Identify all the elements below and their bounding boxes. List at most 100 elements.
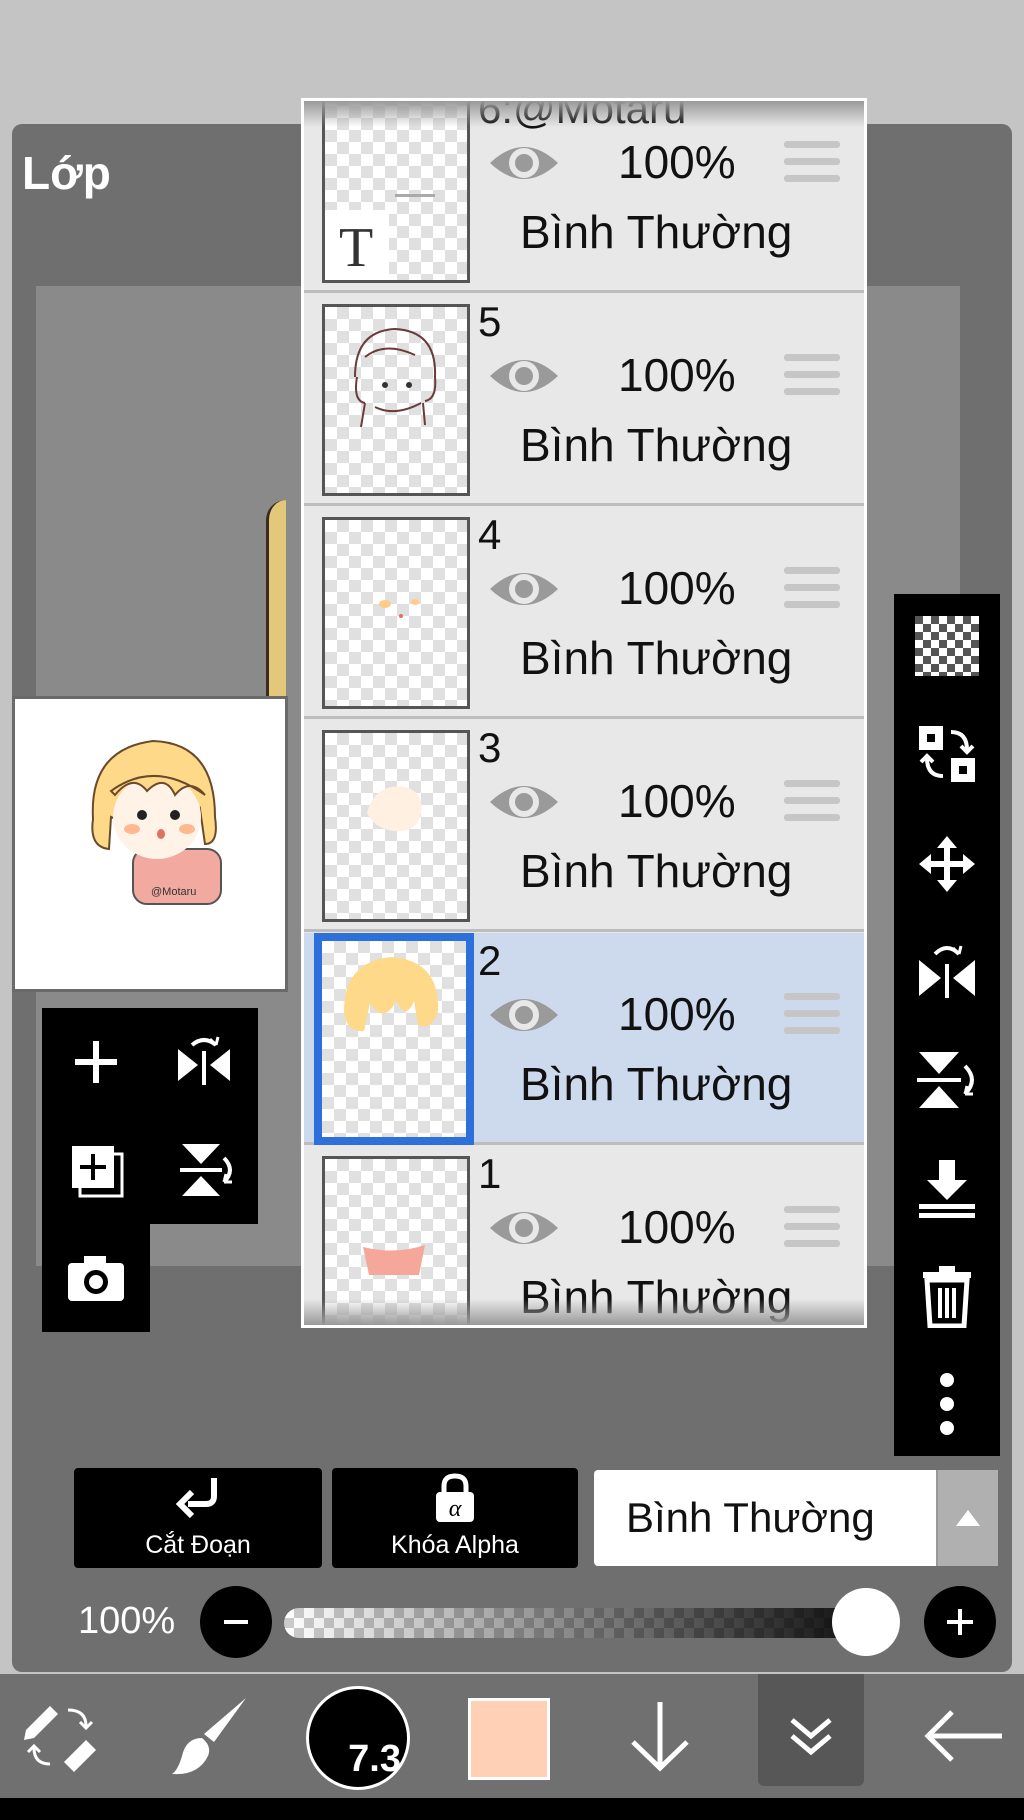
layer-opacity[interactable]: 100%	[618, 1200, 736, 1254]
layer-row[interactable]: T6:@Motaru100%Bình Thường	[304, 101, 864, 293]
flip-horizontal-icon	[919, 945, 975, 998]
opacity-slider-thumb[interactable]	[832, 1588, 900, 1656]
eye-icon	[490, 360, 558, 392]
eye-icon	[490, 786, 558, 818]
arrow-down-icon	[631, 1702, 689, 1772]
camera-button[interactable]	[42, 1224, 150, 1332]
scroll-fade-bottom	[304, 1299, 864, 1325]
drag-handle-icon[interactable]	[784, 993, 840, 1044]
more-options-button[interactable]	[894, 1354, 1000, 1454]
layer-thumbnail[interactable]	[322, 304, 470, 496]
layer-name: 2	[478, 937, 502, 984]
swap-layer-icon	[919, 726, 975, 782]
swap-layer-button[interactable]	[894, 704, 1000, 804]
visibility-toggle[interactable]	[486, 1204, 562, 1257]
drag-handle-icon[interactable]	[784, 780, 840, 831]
preview-watermark: @Motaru	[151, 886, 196, 898]
layer-row[interactable]: 3 100% Bình Thường	[304, 720, 864, 932]
layer-blend-mode[interactable]: Bình Thường	[520, 418, 792, 472]
add-copy-layer-button[interactable]	[42, 1116, 150, 1224]
transparency-button[interactable]	[894, 596, 1000, 696]
layer-opacity[interactable]: 100%	[618, 348, 736, 402]
layer-blend-mode[interactable]: Bình Thường	[520, 844, 792, 898]
opacity-slider[interactable]	[284, 1608, 900, 1638]
layer-blend-mode[interactable]: Bình Thường	[520, 631, 792, 685]
layer-thumbnail[interactable]	[314, 933, 474, 1145]
layers-panel-button[interactable]	[758, 1674, 864, 1786]
blend-mode-dropdown[interactable]	[936, 1470, 998, 1566]
scroll-fade-top	[304, 101, 864, 127]
drag-handle-icon[interactable]	[784, 567, 840, 618]
layer-opacity[interactable]: 100%	[618, 561, 736, 615]
blend-mode-select[interactable]: Bình Thường	[594, 1470, 998, 1566]
drag-handle-icon[interactable]	[784, 354, 840, 405]
brush-size-button[interactable]: 7.3	[306, 1686, 410, 1790]
layer-blend-mode[interactable]: Bình Thường	[520, 205, 792, 259]
layer-opacity[interactable]: 100%	[618, 987, 736, 1041]
panel-title: Lớp	[22, 147, 111, 199]
visibility-toggle[interactable]	[486, 991, 562, 1044]
layer-thumb-art	[344, 957, 439, 1032]
eye-icon	[490, 1212, 558, 1244]
layer-opacity[interactable]: 100%	[618, 135, 736, 189]
delete-layer-button[interactable]	[894, 1246, 1000, 1346]
layer-thumbnail[interactable]	[322, 730, 470, 922]
layer-list[interactable]: T6:@Motaru100%Bình Thường5100%Bình Thườn…	[301, 98, 867, 1328]
canvas-preview[interactable]: @Motaru	[12, 696, 288, 992]
trash-icon	[923, 1266, 971, 1328]
eye-icon	[490, 147, 558, 179]
visibility-toggle[interactable]	[486, 352, 562, 405]
layer-tools	[894, 594, 1000, 1456]
opacity-decrease-button[interactable]	[200, 1586, 272, 1658]
back-button[interactable]	[914, 1674, 1014, 1798]
clipping-label: Cắt Đoạn	[145, 1531, 251, 1559]
alpha-lock-label: Khóa Alpha	[391, 1531, 519, 1559]
layer-opacity[interactable]: 100%	[618, 774, 736, 828]
svg-text:α: α	[449, 1496, 462, 1522]
layer-name: 5	[478, 298, 502, 345]
merge-down-icon	[919, 1160, 975, 1218]
visibility-toggle[interactable]	[486, 565, 562, 618]
layer-blend-mode[interactable]: Bình Thường	[520, 1057, 792, 1111]
visibility-toggle[interactable]	[486, 139, 562, 192]
layer-thumbnail[interactable]	[322, 517, 470, 709]
flip-horizontal-rotate-icon	[178, 1036, 230, 1085]
visibility-toggle[interactable]	[486, 778, 562, 831]
app-root: Lớp @Motaru T 100% Bình Thường 5 100% Bì…	[0, 0, 1024, 1820]
camera-icon	[68, 1256, 124, 1301]
flip-horizontal-button[interactable]	[150, 1008, 258, 1116]
brush-button[interactable]	[160, 1674, 260, 1798]
layer-name: 3	[478, 724, 502, 771]
opacity-increase-button[interactable]	[924, 1586, 996, 1658]
color-swatch[interactable]	[468, 1698, 550, 1780]
eye-icon	[490, 999, 558, 1031]
layer-thumb-art	[379, 599, 419, 618]
back-arrow-icon	[924, 1710, 1002, 1762]
system-nav-bar	[0, 1798, 1024, 1820]
clipping-button[interactable]: Cắt Đoạn	[74, 1468, 322, 1568]
text-layer-icon: T	[339, 217, 373, 279]
merge-down-button[interactable]	[894, 1138, 1000, 1238]
more-icon	[940, 1373, 954, 1435]
add-layer-icon	[72, 1146, 124, 1198]
transparency-icon	[915, 616, 979, 676]
blend-mode-value: Bình Thường	[626, 1494, 875, 1541]
plus-icon	[75, 1041, 117, 1083]
tool-switch-button[interactable]	[14, 1674, 106, 1798]
drag-handle-icon[interactable]	[784, 1206, 840, 1257]
layer-row[interactable]: 4 100% Bình Thường	[304, 507, 864, 719]
layer-row[interactable]: 2 100% Bình Thường	[304, 933, 864, 1145]
layer-row[interactable]: 5 100% Bình Thường	[304, 294, 864, 506]
flip-vertical-button-right[interactable]	[894, 1030, 1000, 1130]
add-layer-button[interactable]	[42, 1008, 150, 1116]
flip-horizontal-button-right[interactable]	[894, 922, 1000, 1022]
eye-icon	[490, 573, 558, 605]
move-icon	[919, 836, 975, 892]
preview-illustration: @Motaru	[91, 739, 222, 905]
alpha-lock-button[interactable]: α Khóa Alpha	[332, 1468, 578, 1568]
move-button[interactable]	[894, 814, 1000, 914]
flip-vertical-button[interactable]	[150, 1116, 258, 1224]
tool-switch-icon	[24, 1706, 96, 1772]
drag-handle-icon[interactable]	[784, 141, 840, 192]
layer-down-button[interactable]	[614, 1674, 706, 1798]
